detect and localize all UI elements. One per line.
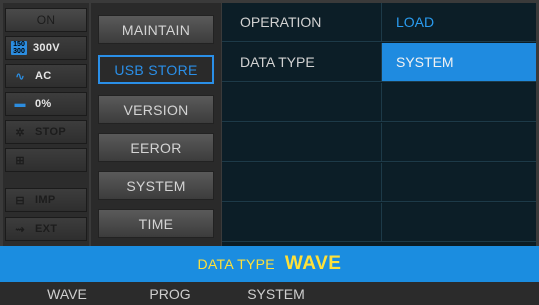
ac-wave-icon: ∿ [15, 70, 25, 83]
empty-value [382, 163, 536, 202]
stop-icon: ✲ [15, 126, 25, 139]
empty-label [222, 83, 382, 122]
info-value: WAVE [284, 253, 342, 274]
parameter-table: OPERATION LOAD DATA TYPE SYSTEM [222, 3, 536, 246]
empty-value [382, 83, 536, 122]
stop-label: STOP [35, 126, 66, 138]
info-bar: DATA TYPE WAVE [0, 246, 539, 282]
external-indicator[interactable]: ⇝ EXT [5, 217, 87, 241]
data-type-value[interactable]: SYSTEM [382, 43, 536, 82]
softkey-wave[interactable]: WAVE [17, 282, 117, 305]
empty-value [382, 123, 536, 162]
empty-label [222, 123, 382, 162]
table-row [222, 203, 536, 243]
menu-version-button[interactable]: VERSION [98, 95, 214, 124]
empty-label [222, 203, 382, 242]
menu-time-button[interactable]: TIME [98, 209, 214, 238]
instrument-screen: ON 150300 300V ∿ AC ▬ 0% ✲ STOP ⊞ ⊟ IMP [0, 0, 539, 305]
softkey-system[interactable]: SYSTEM [226, 282, 326, 305]
output-label: ON [36, 13, 56, 27]
stop-indicator[interactable]: ✲ STOP [5, 120, 87, 144]
empty-label [222, 163, 382, 202]
level-indicator[interactable]: ▬ 0% [5, 92, 87, 116]
voltage-range-indicator[interactable]: 150 300 300V [5, 36, 87, 60]
status-panel: ON 150300 300V ∿ AC ▬ 0% ✲ STOP ⊞ ⊟ IMP [3, 3, 89, 246]
data-type-label: DATA TYPE [222, 43, 382, 82]
softkey-prog[interactable]: PROG [120, 282, 220, 305]
level-label: 0% [35, 98, 52, 110]
voltage-range-label: 300V [33, 42, 60, 54]
menu-usb-store-button[interactable]: USB STORE [98, 55, 214, 84]
range-icon: 150 300 [11, 41, 27, 55]
menu-system-button[interactable]: SYSTEM [98, 171, 214, 200]
impedance-icon: ⊟ [15, 194, 25, 207]
ac-mode-indicator[interactable]: ∿ AC [5, 64, 87, 88]
table-row[interactable]: OPERATION LOAD [222, 3, 536, 43]
softkey-bar: WAVE PROG SYSTEM [0, 282, 539, 305]
empty-value [382, 203, 536, 242]
info-label: DATA TYPE [197, 256, 275, 272]
mode-indicator[interactable]: ⊞ [5, 148, 87, 172]
operation-value[interactable]: LOAD [382, 3, 536, 42]
external-icon: ⇝ [15, 223, 25, 236]
menu-maintain-button[interactable]: MAINTAIN [98, 15, 214, 44]
menu-panel: MAINTAIN USB STORE VERSION EEROR SYSTEM … [91, 3, 221, 246]
menu-error-button[interactable]: EEROR [98, 133, 214, 162]
table-row [222, 123, 536, 163]
table-row [222, 83, 536, 123]
ac-mode-label: AC [35, 70, 52, 82]
table-row [222, 163, 536, 203]
table-row[interactable]: DATA TYPE SYSTEM [222, 43, 536, 83]
bar-level-icon: ▬ [14, 98, 26, 110]
external-label: EXT [35, 223, 58, 235]
operation-label: OPERATION [222, 3, 382, 42]
output-on-indicator[interactable]: ON [5, 8, 87, 32]
impedance-indicator[interactable]: ⊟ IMP [5, 188, 87, 212]
impedance-label: IMP [35, 194, 56, 206]
mode-icon: ⊞ [15, 154, 25, 167]
